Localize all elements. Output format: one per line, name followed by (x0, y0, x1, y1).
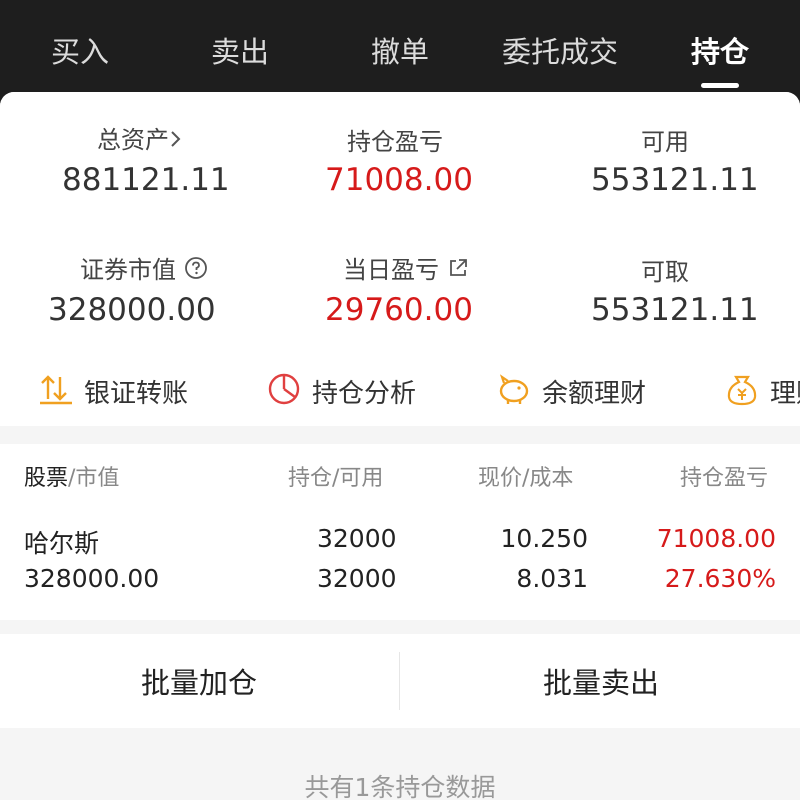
action-position-analysis[interactable]: 持仓分析 (266, 371, 416, 411)
positions-count-text: 共有1条持仓数据 (304, 773, 496, 800)
available-value: 553121.11 (591, 162, 759, 198)
row-market-value: 328000.00 (24, 564, 160, 593)
quick-actions-row: 银证转账 持仓分析 余额理财 理财 (0, 356, 800, 426)
batch-buttons: 批量加仓 批量卖出 (0, 634, 800, 728)
market-value-value: 328000.00 (48, 292, 216, 328)
header-position-pnl: 持仓盈亏 (680, 466, 769, 491)
pie-chart-icon (266, 371, 302, 411)
position-pnl-label: 持仓盈亏 (347, 128, 443, 156)
tab-positions[interactable]: 持仓 (678, 30, 762, 74)
daily-pnl-label: 当日盈亏 (343, 256, 439, 284)
chevron-right-icon (169, 127, 183, 155)
row-available: 32000 (317, 564, 397, 593)
action-bank-transfer-label: 银证转账 (84, 378, 189, 409)
batch-add-button[interactable]: 批量加仓 (0, 634, 398, 728)
row-stock-name: 哈尔斯 (24, 529, 100, 558)
market-value-label: 证券市值 (80, 256, 176, 284)
top-tab-bar: 买入 卖出 撤单 委托成交 持仓 (0, 0, 800, 94)
row-pnl-percent: 27.630% (664, 564, 776, 593)
active-tab-indicator (701, 83, 739, 88)
header-stock: 股票 (24, 466, 69, 491)
external-link-icon (447, 257, 469, 285)
withdrawable-value: 553121.11 (591, 292, 759, 328)
daily-pnl-label-group[interactable]: 当日盈亏 (343, 250, 469, 285)
action-wealth-management-label: 理财 (770, 378, 800, 409)
total-assets-label: 总资产 (97, 126, 169, 154)
withdrawable-label: 可取 (641, 258, 689, 286)
header-stock-market-value: 股票/市值 (24, 460, 119, 492)
total-assets-label-group[interactable]: 总资产 (97, 120, 183, 155)
tab-sell[interactable]: 卖出 (198, 30, 282, 74)
batch-sell-button[interactable]: 批量卖出 (402, 634, 800, 728)
row-price: 10.250 (500, 524, 588, 553)
positions-card: 总资产 881121.11 持仓盈亏 71008.00 可用 553121.11… (0, 92, 800, 800)
position-pnl-value: 71008.00 (325, 162, 473, 198)
action-balance-finance[interactable]: 余额理财 (496, 371, 646, 411)
help-icon (184, 256, 208, 286)
header-position-available: 持仓/可用 (288, 466, 384, 491)
transfer-icon (38, 371, 74, 411)
money-bag-icon (724, 371, 760, 411)
action-bank-transfer[interactable]: 银证转账 (38, 371, 188, 411)
market-value-label-group[interactable]: 证券市值 (80, 250, 208, 286)
header-price-cost: 现价/成本 (478, 466, 574, 491)
action-balance-finance-label: 余额理财 (542, 378, 647, 409)
piggy-bank-icon (496, 371, 532, 411)
positions-screen: 买入 卖出 撤单 委托成交 持仓 总资产 881121.11 持仓盈亏 7100… (0, 0, 800, 800)
daily-pnl-value: 29760.00 (325, 292, 473, 328)
action-position-analysis-label: 持仓分析 (312, 378, 417, 409)
header-market-value: /市值 (68, 466, 120, 491)
tab-orders-trades[interactable]: 委托成交 (488, 30, 632, 74)
row-pnl: 71008.00 (656, 524, 776, 553)
total-assets-value: 881121.11 (62, 162, 230, 198)
button-divider (399, 652, 400, 710)
row-cost: 8.031 (516, 564, 588, 593)
tab-cancel-order[interactable]: 撤单 (358, 30, 442, 74)
tab-buy[interactable]: 买入 (38, 30, 122, 74)
available-label: 可用 (641, 128, 689, 156)
positions-table: 股票/市值 持仓/可用 现价/成本 持仓盈亏 哈尔斯 328000.00 320… (0, 444, 800, 620)
row-position: 32000 (317, 524, 397, 553)
action-wealth-management[interactable]: 理财 (724, 371, 800, 411)
